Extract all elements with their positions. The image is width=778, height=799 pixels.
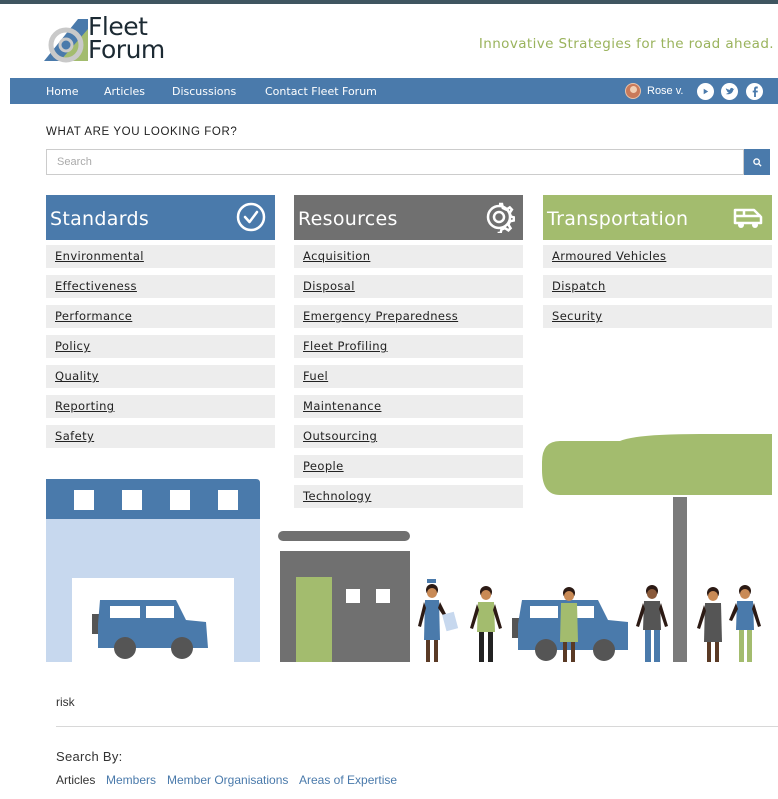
user-menu[interactable]: Rose v.	[625, 82, 683, 100]
facebook-icon[interactable]	[746, 83, 763, 100]
filter-members[interactable]: Members	[106, 773, 156, 787]
resources-header[interactable]: Resources	[294, 195, 523, 240]
link-armoured-vehicles[interactable]: Armoured Vehicles	[543, 245, 772, 268]
link-security[interactable]: Security	[543, 305, 772, 328]
logo-wordmark: Fleet Forum	[88, 14, 165, 64]
transportation-title: Transportation	[547, 208, 689, 230]
search-icon	[752, 157, 762, 167]
standards-header[interactable]: Standards	[46, 195, 275, 240]
filter-member-organisations[interactable]: Member Organisations	[167, 773, 288, 787]
gear-icon	[486, 202, 515, 233]
top-border	[0, 0, 778, 4]
transportation-header[interactable]: Transportation	[543, 195, 772, 240]
user-name: Rose v.	[647, 85, 684, 97]
link-performance[interactable]: Performance	[46, 305, 275, 328]
link-safety[interactable]: Safety	[46, 425, 275, 448]
link-acquisition[interactable]: Acquisition	[294, 245, 523, 268]
resources-title: Resources	[298, 208, 398, 230]
tagline: Innovative Strategies for the road ahead…	[478, 36, 774, 52]
search-button[interactable]	[744, 149, 770, 175]
link-reporting[interactable]: Reporting	[46, 395, 275, 418]
nav-discussions[interactable]: Discussions	[172, 85, 236, 98]
search-input[interactable]	[46, 149, 744, 175]
van-icon	[733, 208, 763, 228]
link-technology[interactable]: Technology	[294, 485, 523, 508]
link-emergency-preparedness[interactable]: Emergency Preparedness	[294, 305, 523, 328]
link-disposal[interactable]: Disposal	[294, 275, 523, 298]
link-fuel[interactable]: Fuel	[294, 365, 523, 388]
logo-line2: Forum	[88, 35, 165, 64]
nav-articles[interactable]: Articles	[104, 85, 145, 98]
youtube-icon[interactable]	[697, 83, 714, 100]
main-nav: Home Articles Discussions Contact Fleet …	[10, 78, 778, 104]
standards-title: Standards	[50, 208, 150, 230]
link-people[interactable]: People	[294, 455, 523, 478]
link-dispatch[interactable]: Dispatch	[543, 275, 772, 298]
nav-contact[interactable]: Contact Fleet Forum	[265, 85, 377, 98]
link-environmental[interactable]: Environmental	[46, 245, 275, 268]
link-maintenance[interactable]: Maintenance	[294, 395, 523, 418]
divider	[56, 726, 778, 727]
search-heading: WHAT ARE YOU LOOKING FOR?	[46, 126, 238, 138]
link-quality[interactable]: Quality	[46, 365, 275, 388]
filter-articles[interactable]: Articles	[56, 773, 95, 787]
filter-areas-of-expertise[interactable]: Areas of Expertise	[299, 773, 397, 787]
checkmark-circle-icon	[236, 202, 266, 232]
avatar	[625, 83, 641, 99]
search-by-label: Search By:	[56, 749, 123, 764]
search-query[interactable]: risk	[56, 695, 75, 709]
twitter-icon[interactable]	[721, 83, 738, 100]
nav-home[interactable]: Home	[46, 85, 78, 98]
link-effectiveness[interactable]: Effectiveness	[46, 275, 275, 298]
link-policy[interactable]: Policy	[46, 335, 275, 358]
link-fleet-profiling[interactable]: Fleet Profiling	[294, 335, 523, 358]
link-outsourcing[interactable]: Outsourcing	[294, 425, 523, 448]
